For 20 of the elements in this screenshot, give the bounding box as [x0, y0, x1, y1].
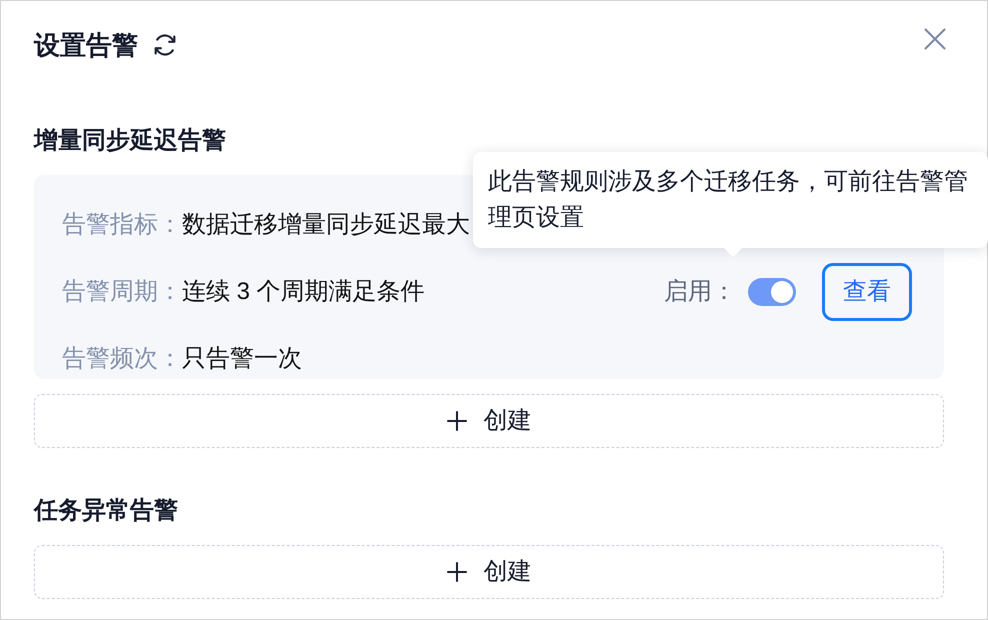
toggle-switch[interactable]: [748, 278, 796, 306]
field-value: 连续 3 个周期满足条件: [182, 277, 425, 307]
create-button[interactable]: 创建: [34, 394, 944, 448]
field-label: 告警指标：: [62, 210, 182, 240]
field-value: 只告警一次: [182, 344, 302, 374]
plus-icon: [446, 562, 466, 582]
section-title: 任务异常告警: [34, 496, 178, 526]
tooltip: 此告警规则涉及多个迁移任务，可前往告警管理页设置: [473, 152, 988, 248]
tooltip-arrow-icon: [723, 247, 743, 257]
field-label: 告警频次：: [62, 344, 182, 374]
create-button[interactable]: 创建: [34, 545, 944, 599]
section-title: 增量同步延迟告警: [34, 126, 226, 156]
refresh-icon[interactable]: [152, 32, 178, 58]
switch-label: 启用：: [664, 277, 736, 307]
view-button[interactable]: 查看: [822, 263, 912, 321]
close-icon[interactable]: [924, 28, 946, 50]
plus-icon: [446, 411, 466, 431]
field-label: 告警周期：: [62, 277, 182, 307]
field-value: 数据迁移增量同步延迟最大: [182, 210, 470, 240]
dialog-title: 设置告警: [34, 29, 138, 62]
